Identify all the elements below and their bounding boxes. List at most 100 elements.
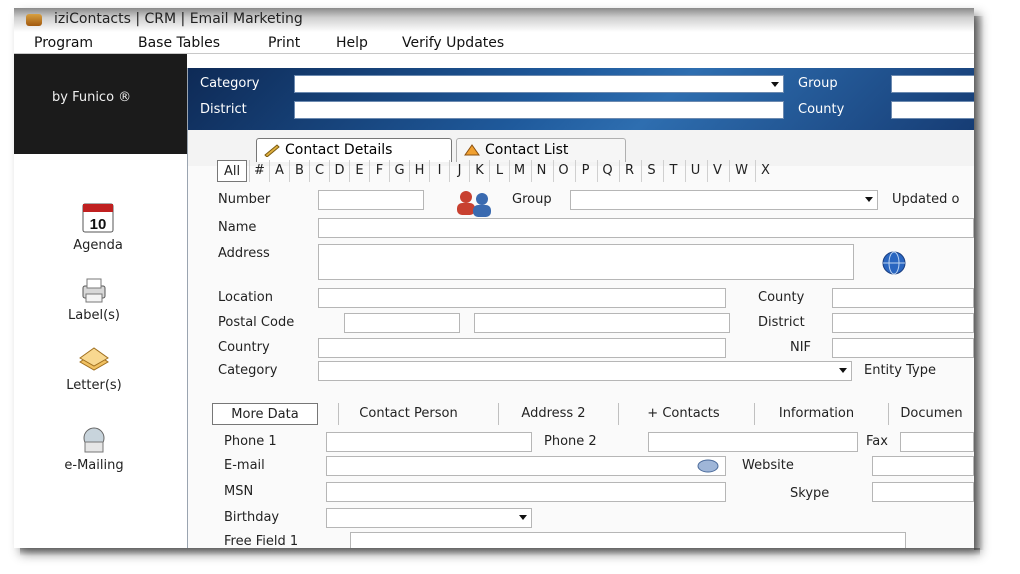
nav-item-emailing[interactable]: e-Mailing — [24, 424, 164, 473]
letter-x[interactable]: X — [755, 160, 775, 182]
letter-j[interactable]: J — [449, 160, 469, 182]
globe-icon[interactable] — [880, 250, 908, 276]
menu-base-tables[interactable]: Base Tables — [138, 35, 220, 51]
brand-label: by Funico ® — [52, 90, 132, 105]
county-label: County — [758, 290, 805, 305]
filter-category-select[interactable] — [294, 75, 784, 93]
send-email-icon[interactable] — [696, 458, 720, 474]
letter-e[interactable]: E — [349, 160, 369, 182]
subtab-address-2[interactable]: Address 2 — [498, 403, 608, 425]
letter-r[interactable]: R — [619, 160, 639, 182]
menu-verify-updates[interactable]: Verify Updates — [402, 35, 504, 51]
country-label: Country — [218, 340, 270, 355]
app-window: iziContacts | CRM | Email Marketing Prog… — [14, 8, 974, 548]
letter-o[interactable]: O — [553, 160, 573, 182]
letter-n[interactable]: N — [531, 160, 551, 182]
free-field-1[interactable] — [350, 532, 906, 548]
calendar-day: 10 — [90, 216, 107, 233]
letter-u[interactable]: U — [685, 160, 705, 182]
nav-item-agenda[interactable]: 10 Agenda — [28, 202, 168, 253]
letter-d[interactable]: D — [329, 160, 349, 182]
email-field[interactable] — [326, 456, 726, 476]
letter-i[interactable]: I — [429, 160, 449, 182]
nav-item-labels[interactable]: Label(s) — [24, 276, 164, 323]
title-bar: iziContacts | CRM | Email Marketing — [14, 8, 974, 32]
filter-district-select[interactable] — [294, 101, 784, 119]
birthday-picker[interactable] — [326, 508, 532, 528]
subtab-information[interactable]: Information — [754, 403, 878, 425]
letter-h[interactable]: H — [409, 160, 429, 182]
group-select[interactable] — [570, 190, 878, 210]
menu-print[interactable]: Print — [268, 35, 300, 51]
skype-field[interactable] — [872, 482, 974, 502]
chevron-down-icon — [865, 197, 873, 202]
subtab-documents[interactable]: Documen — [888, 403, 974, 425]
filter-county-select[interactable] — [891, 101, 974, 119]
nav-label-letters: Letter(s) — [66, 378, 122, 393]
tab-contact-details[interactable]: Contact Details — [256, 138, 452, 162]
nif-label: NIF — [790, 340, 812, 355]
website-field[interactable] — [872, 456, 974, 476]
window-shadow — [974, 16, 984, 550]
website-label: Website — [742, 458, 794, 473]
phone1-field[interactable] — [326, 432, 532, 452]
list-icon — [464, 144, 480, 156]
letter-c[interactable]: C — [309, 160, 329, 182]
nav-item-letters[interactable]: Letter(s) — [24, 346, 164, 393]
msn-label: MSN — [224, 484, 254, 499]
postal-code-label: Postal Code — [218, 315, 295, 330]
group-icon[interactable] — [452, 188, 498, 218]
email-label: E-mail — [224, 458, 265, 473]
filter-bar: Category Group District County — [188, 68, 974, 130]
letter-l[interactable]: L — [489, 160, 509, 182]
label-printer-icon — [82, 278, 106, 303]
location-field[interactable] — [318, 288, 726, 308]
subtab-contact-person[interactable]: Contact Person — [338, 403, 478, 425]
district-field[interactable] — [832, 313, 974, 333]
letter-v[interactable]: V — [707, 160, 727, 182]
letter-g[interactable]: G — [389, 160, 409, 182]
address-label: Address — [218, 246, 270, 261]
nav-label-emailing: e-Mailing — [64, 458, 124, 473]
phone2-field[interactable] — [648, 432, 858, 452]
nav-label-agenda: Agenda — [73, 238, 123, 253]
name-label: Name — [218, 220, 257, 235]
fax-field[interactable] — [900, 432, 974, 452]
country-field[interactable] — [318, 338, 726, 358]
filter-district-label: District — [200, 102, 247, 117]
name-field[interactable] — [318, 218, 974, 238]
letter-s[interactable]: S — [641, 160, 661, 182]
subtab-plus-contacts[interactable]: + Contacts — [618, 403, 748, 425]
number-field[interactable] — [318, 190, 424, 210]
postal-locality-field[interactable] — [474, 313, 730, 333]
letter-w[interactable]: W — [729, 160, 753, 182]
letter-t[interactable]: T — [663, 160, 683, 182]
menu-help[interactable]: Help — [336, 35, 368, 51]
letter-q[interactable]: Q — [597, 160, 617, 182]
letter-m[interactable]: M — [509, 160, 529, 182]
letter-p[interactable]: P — [575, 160, 595, 182]
nif-field[interactable] — [832, 338, 974, 358]
number-label: Number — [218, 192, 271, 207]
letter-hash[interactable]: # — [249, 160, 269, 182]
tab-contact-list[interactable]: Contact List — [456, 138, 626, 162]
msn-field[interactable] — [326, 482, 726, 502]
app-icon — [26, 14, 42, 26]
letter-all[interactable]: All — [217, 160, 247, 182]
letter-a[interactable]: A — [269, 160, 289, 182]
address-field[interactable] — [318, 244, 854, 280]
postal-code-field[interactable] — [344, 313, 460, 333]
chevron-down-icon — [519, 515, 527, 520]
letter-f[interactable]: F — [369, 160, 389, 182]
menu-program[interactable]: Program — [34, 35, 93, 51]
filter-group-select[interactable] — [891, 75, 974, 93]
category-select[interactable] — [318, 361, 852, 381]
free-field-1-label: Free Field 1 — [224, 534, 299, 548]
chevron-down-icon — [839, 368, 847, 373]
letter-k[interactable]: K — [469, 160, 489, 182]
calendar-icon: 10 — [82, 203, 114, 233]
county-field[interactable] — [832, 288, 974, 308]
subtab-more-data[interactable]: More Data — [212, 403, 318, 425]
alphabet-filter: All # A B C D E F G H I J K L M N O P Q … — [217, 160, 974, 182]
letter-b[interactable]: B — [289, 160, 309, 182]
